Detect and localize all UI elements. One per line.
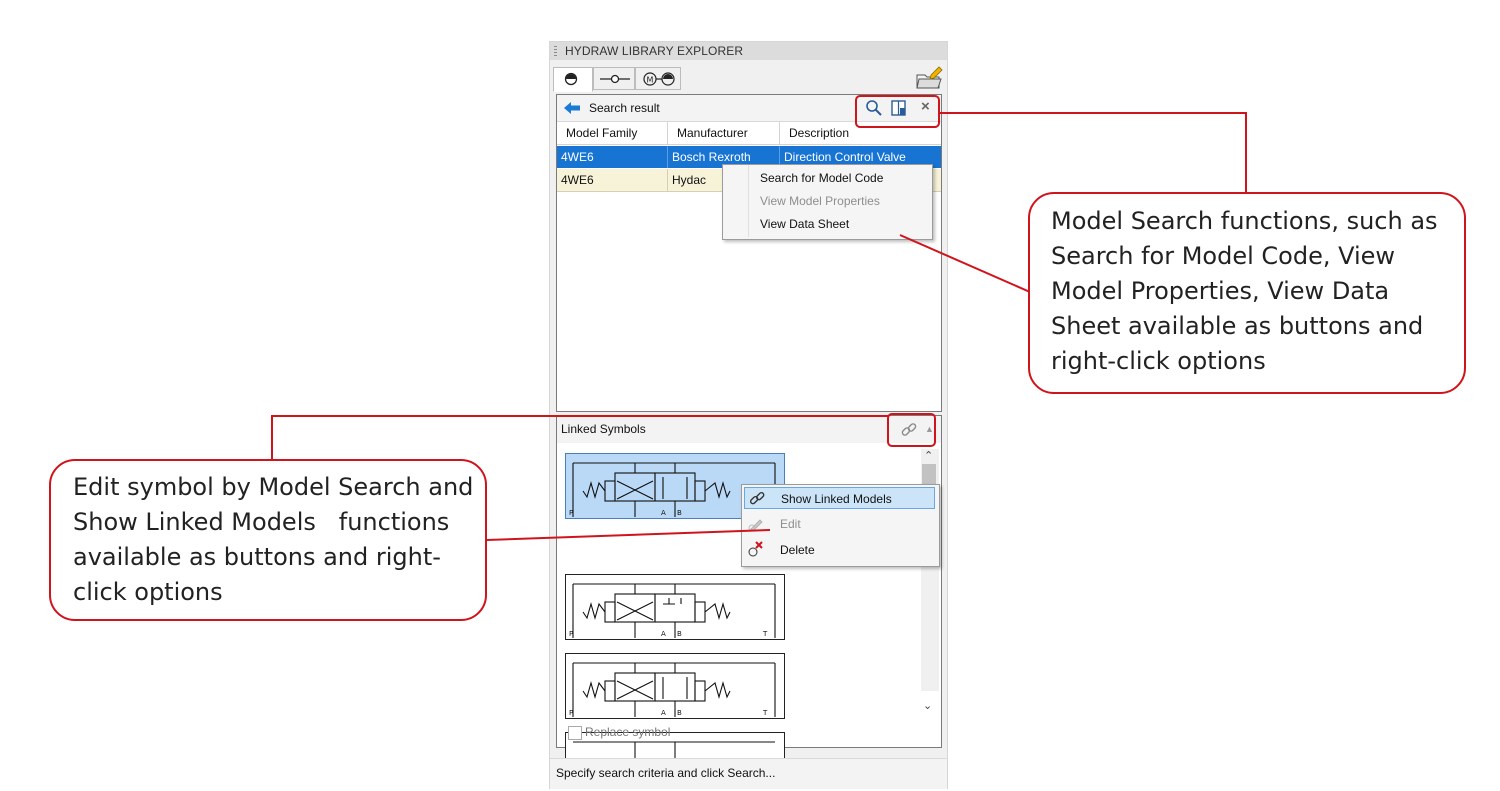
callout-line: right-click options [1051, 347, 1266, 375]
leader-line-search-buttons [939, 112, 1247, 192]
callout-line: Sheet available as buttons and [1051, 312, 1424, 340]
callout-line: Model Properties, View Data [1051, 277, 1390, 305]
callout-line: available as buttons and right- [73, 543, 441, 571]
leader-line-link-button [271, 415, 888, 459]
callout-line: Edit symbol by Model Search and [73, 473, 474, 501]
callout-line: Model Search functions, such as [1051, 207, 1438, 235]
callout-line: click options [73, 578, 223, 606]
callout-line: Search for Model Code, View [1051, 242, 1396, 270]
leader-line-model-menu [899, 234, 1031, 293]
callout-edit-symbol: Edit symbol by Model Search and Show Lin… [49, 459, 487, 621]
highlight-link-button [887, 413, 936, 447]
annotation-lines [271, 95, 1247, 541]
callout-model-search: Model Search functions, such as Search f… [1028, 192, 1466, 394]
leader-line-symbol-menu [486, 529, 771, 541]
highlight-search-buttons [855, 95, 940, 128]
callout-line: Show Linked Models functions [73, 508, 450, 536]
